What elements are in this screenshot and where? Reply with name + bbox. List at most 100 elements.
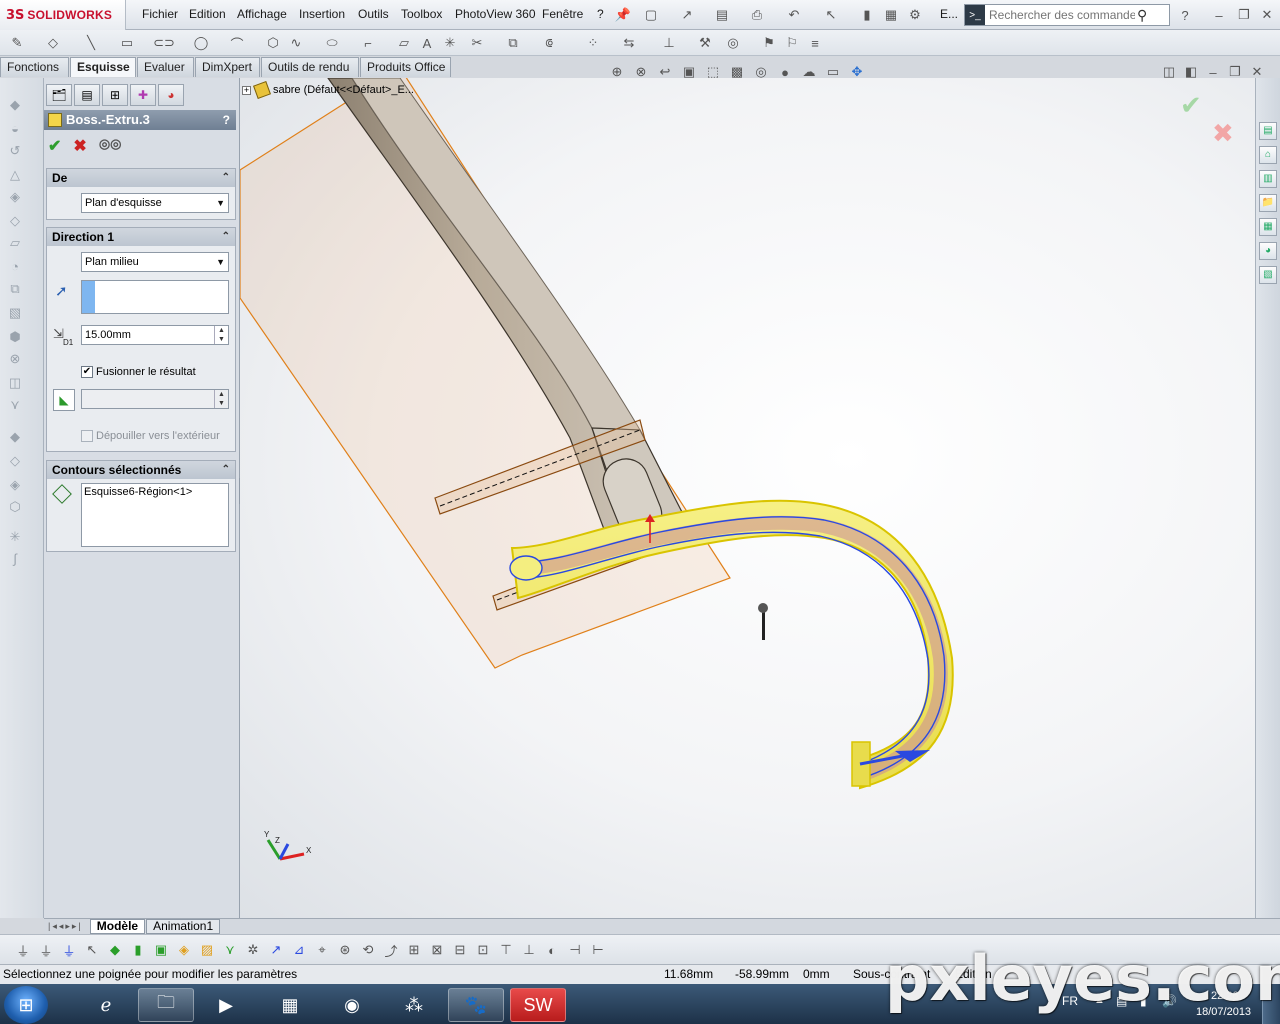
fillet-icon[interactable]: ⌐ xyxy=(359,34,377,52)
detailed-preview-icon[interactable]: ◎◎ xyxy=(99,136,122,156)
spline-tools-icon[interactable]: ∫ xyxy=(6,550,24,568)
direction-selection-box[interactable] xyxy=(81,280,229,314)
minimize-icon[interactable]: – xyxy=(1210,6,1228,24)
filter-surfaces-icon[interactable]: ◈ xyxy=(175,941,193,959)
viewport-split-icon[interactable]: ◫ xyxy=(1160,63,1178,81)
ok-button[interactable]: ✔ xyxy=(48,136,61,156)
loft-icon[interactable]: △ xyxy=(6,166,24,184)
file-properties-icon[interactable]: ▦ xyxy=(882,6,900,24)
menu-photoview[interactable]: PhotoView 360 xyxy=(455,7,536,21)
view-orientation-icon[interactable]: ⬚ xyxy=(704,63,722,81)
instant-2d-icon[interactable]: ⚐ xyxy=(783,34,801,52)
arc-icon[interactable]: ⌒ xyxy=(228,34,246,52)
slot-icon[interactable]: ⊂⊃ xyxy=(153,34,175,52)
section-view-icon[interactable]: ▣ xyxy=(680,63,698,81)
resources-icon[interactable]: ▤ xyxy=(1259,122,1277,140)
contour-list-item[interactable]: Esquisse6-Région<1> xyxy=(84,486,226,498)
display-manager-tab-icon[interactable]: ◕ xyxy=(158,84,184,106)
boundary-icon[interactable]: ◈ xyxy=(6,188,24,206)
tab-fonctions[interactable]: Fonctions xyxy=(0,57,69,77)
menu-fenetre[interactable]: Fenêtre xyxy=(542,7,583,21)
freeform-icon[interactable]: ⬡ xyxy=(6,498,24,516)
solidworks-taskbar-icon[interactable]: SW xyxy=(510,988,566,1022)
options-icon[interactable]: ⚙ xyxy=(906,6,924,24)
appearances-icon[interactable]: ◕ xyxy=(1259,242,1277,260)
viewport-link-icon[interactable]: ◧ xyxy=(1182,63,1200,81)
menu-outils[interactable]: Outils xyxy=(358,7,389,21)
filter-datum-target-icon[interactable]: ⊢ xyxy=(589,941,607,959)
end-condition-select[interactable]: Plan milieu ▼ xyxy=(81,252,229,272)
open-icon[interactable]: ↗ xyxy=(678,6,696,24)
text-icon[interactable]: A xyxy=(418,34,436,52)
filter-surface-finish-icon[interactable]: ⊥ xyxy=(520,941,538,959)
tab-esquisse[interactable]: Esquisse xyxy=(70,57,136,77)
print-icon[interactable]: ⎙ xyxy=(748,6,766,24)
menu-fichier[interactable]: Fichier xyxy=(142,7,178,21)
display-style-icon[interactable]: ▩ xyxy=(728,63,746,81)
contours-list[interactable]: Esquisse6-Région<1> xyxy=(81,483,229,547)
menu-edition[interactable]: Edition xyxy=(189,7,226,21)
extrude-cut-icon[interactable]: ◇ xyxy=(6,212,24,230)
filter-toggle-icon[interactable]: ⏚ xyxy=(14,941,32,959)
filter-weld-icon[interactable]: ⊠ xyxy=(428,941,446,959)
pattern-icon[interactable]: ⧉ xyxy=(6,280,24,298)
rectangle-icon[interactable]: ▭ xyxy=(118,34,136,52)
rib-icon[interactable]: ▧ xyxy=(6,304,24,322)
trim-icon[interactable]: ✂ xyxy=(468,34,486,52)
select-icon[interactable]: ↖ xyxy=(822,6,840,24)
polygon-icon[interactable]: ⬡ xyxy=(264,34,282,52)
view-palette-icon[interactable]: ▦ xyxy=(1259,218,1277,236)
property-manager-tab-icon[interactable]: ▤ xyxy=(74,84,100,106)
filter-clear-icon[interactable]: ⏚ xyxy=(60,941,78,959)
toolbar-more-icon[interactable]: ≡ xyxy=(806,34,824,52)
rapid-sketch-icon[interactable]: ⚑ xyxy=(760,34,778,52)
configuration-manager-tab-icon[interactable]: ⊞ xyxy=(102,84,128,106)
sketch-icon[interactable]: ✎ xyxy=(8,34,26,52)
menu-insertion[interactable]: Insertion xyxy=(299,7,345,21)
confirm-corner-ok-icon[interactable]: ✔ xyxy=(1180,90,1202,121)
checkbox-box[interactable] xyxy=(81,430,93,442)
spinner-arrows-icon[interactable]: ▲ ▼ xyxy=(214,390,228,408)
merge-result-checkbox[interactable]: ✔ Fusionner le résultat xyxy=(81,366,196,378)
model-view[interactable] xyxy=(240,78,1255,918)
windows-start-button[interactable]: ⊞ xyxy=(4,986,48,1024)
expand-icon[interactable]: + xyxy=(242,85,251,95)
menu-overflow[interactable]: E... xyxy=(940,7,958,21)
tab-produits-office[interactable]: Produits Office xyxy=(360,57,451,77)
filter-notes-icon[interactable]: ⊞ xyxy=(405,941,423,959)
start-condition-select[interactable]: Plan d'esquisse ▼ xyxy=(81,193,229,213)
confirm-corner-cancel-icon[interactable]: ✖ xyxy=(1212,118,1234,149)
hide-show-icon[interactable]: ◎ xyxy=(752,63,770,81)
filter-axes-icon[interactable]: ▨ xyxy=(198,941,216,959)
spinner-arrows-icon[interactable]: ▲ ▼ xyxy=(214,326,228,344)
command-search[interactable]: >_ ⚲ xyxy=(964,4,1170,26)
filter-edges-icon[interactable]: ▮ xyxy=(129,941,147,959)
smart-dimension-icon[interactable]: ◇ xyxy=(44,34,62,52)
graphics-area[interactable]: + sabre (Défaut<<Défaut>_E... ✔ ✖ Y Z X xyxy=(240,78,1255,918)
wrap-icon[interactable]: ◇ xyxy=(6,452,24,470)
circle-icon[interactable]: ◯ xyxy=(192,34,210,52)
revolve-icon[interactable]: ◒ xyxy=(6,120,24,138)
filter-hide-icon[interactable]: ⏚ xyxy=(37,941,55,959)
menu-affichage[interactable]: Affichage xyxy=(237,7,287,21)
zoom-area-icon[interactable]: ⊗ xyxy=(632,63,650,81)
point-icon[interactable]: ✳ xyxy=(441,34,459,52)
zoom-to-fit-icon[interactable]: ⊕ xyxy=(608,63,626,81)
appearance-icon[interactable]: ● xyxy=(776,63,794,81)
select-all-filter-icon[interactable]: ↖ xyxy=(83,941,101,959)
filter-cosmetic-threads-icon[interactable]: ⟲ xyxy=(359,941,377,959)
gimp-icon[interactable]: 🐾 xyxy=(448,988,504,1022)
intersect-icon[interactable]: ⊗ xyxy=(6,350,24,368)
filter-sketch-segments-icon[interactable]: ⊿ xyxy=(290,941,308,959)
menu-toolbox[interactable]: Toolbox xyxy=(401,7,442,21)
new-document-icon[interactable]: ▢ xyxy=(642,6,660,24)
collapse-icon[interactable]: ⌃ xyxy=(222,169,230,187)
filter-blocks-icon[interactable]: ⊟ xyxy=(451,941,469,959)
save-icon[interactable]: ▤ xyxy=(713,6,731,24)
group-from-header[interactable]: De ⌃ xyxy=(47,169,235,187)
feature-manager-tab-icon[interactable]: 🗂 xyxy=(46,84,72,106)
draft-angle-spinner[interactable]: ▲ ▼ xyxy=(81,389,229,409)
filter-sketch-points-icon[interactable]: ✲ xyxy=(244,941,262,959)
help-icon[interactable]: ? xyxy=(1176,6,1194,24)
tab-animation1[interactable]: Animation1 xyxy=(146,919,221,934)
